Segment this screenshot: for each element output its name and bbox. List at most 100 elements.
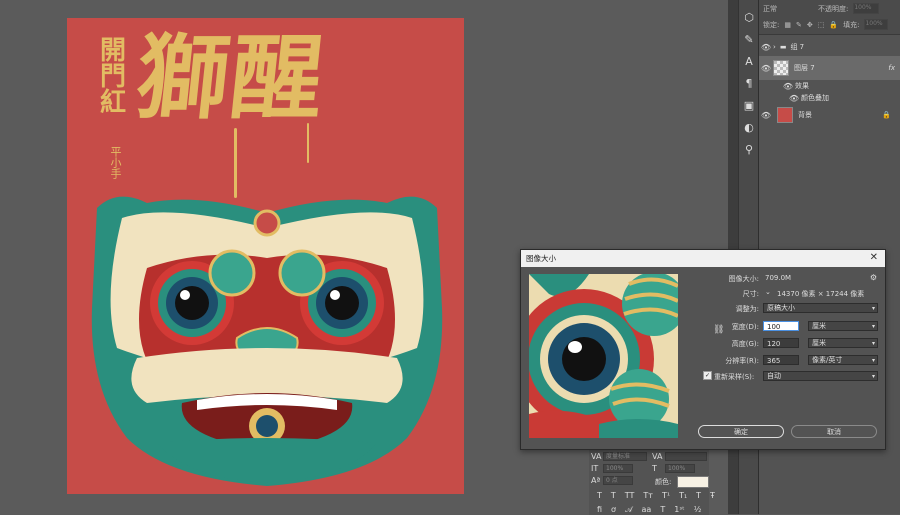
subscript-icon[interactable]: T₁	[679, 491, 687, 500]
color-label: 颜色:	[655, 478, 672, 486]
height-input[interactable]: 120	[763, 338, 799, 348]
poster-artwork: 獅醒 開門紅 平小手	[67, 18, 464, 494]
layer-name: 背景	[798, 111, 812, 119]
tracking-icon: VA	[652, 452, 663, 461]
faux-italic-icon[interactable]: T	[611, 491, 616, 500]
poster-title: 獅醒	[131, 24, 331, 132]
fit-to-label: 调整为:	[735, 305, 759, 313]
layer-thumbnail	[777, 107, 793, 123]
width-unit-value: 厘米	[812, 322, 826, 330]
visibility-eye-icon[interactable]: 👁	[787, 94, 801, 103]
resample-select[interactable]: 自动 ▾	[763, 371, 878, 381]
image-size-value: 709.0M	[765, 274, 792, 282]
layer-row-selected[interactable]: 👁 图层 7 fx	[759, 56, 900, 80]
chevron-down-icon: ▾	[871, 305, 875, 312]
preview-crop	[529, 274, 678, 438]
paragraph-icon[interactable]: ¶	[739, 72, 759, 94]
vertical-scale-field[interactable]: 100%	[603, 464, 633, 473]
fx-icon[interactable]: fx	[888, 64, 895, 72]
chevron-down-icon[interactable]: ⌄	[765, 288, 771, 296]
chevron-down-icon: ▾	[871, 340, 875, 347]
image-preview[interactable]	[529, 274, 678, 438]
visibility-eye-icon[interactable]: 👁	[759, 111, 773, 120]
lock-icon: 🔒	[882, 111, 891, 119]
width-label: 宽度(D):	[731, 323, 759, 331]
layers-toolbar: 正常 不透明度: 100% 锁定: ▦ ✎ ✥ ⬚ 🔒 填充: 100%	[759, 0, 900, 35]
tracking-select[interactable]	[665, 452, 707, 461]
lock-transparent-icon[interactable]: ▦	[784, 21, 791, 29]
height-unit-select[interactable]: 厘米 ▾	[808, 338, 878, 348]
resample-value: 自动	[767, 372, 781, 380]
folder-icon: ▬	[779, 43, 787, 51]
width-input[interactable]: 100	[763, 321, 799, 331]
dimensions-label: 尺寸:	[742, 290, 759, 298]
character-style-icon[interactable]: A	[739, 50, 759, 72]
resample-label: 重新采样(S):	[714, 373, 755, 381]
chevron-down-icon: ▾	[871, 373, 875, 380]
layer-row-background[interactable]: 👁 背景 🔒	[759, 106, 900, 124]
ok-button[interactable]: 确定	[698, 425, 784, 438]
ink-drip	[307, 123, 309, 163]
adjustment-icon[interactable]: ◐	[739, 116, 759, 138]
image-icon[interactable]: ▣	[739, 94, 759, 116]
dimensions-value: 14370 像素 × 17244 像素	[777, 290, 865, 298]
horizontal-scale-icon: T	[652, 464, 657, 473]
visibility-eye-icon[interactable]: 👁	[759, 64, 773, 73]
opacity-field[interactable]: 100%	[853, 3, 880, 14]
brush-preset-icon[interactable]: ✎	[739, 28, 759, 50]
character-panel: VA 度量标准 VA IT 100% T 100% Aª 0 点 颜色: T T…	[589, 449, 715, 515]
fill-field[interactable]: 100%	[864, 19, 889, 30]
kerning-select[interactable]: 度量标准	[603, 452, 647, 461]
lock-all-icon[interactable]: 🔒	[829, 21, 838, 29]
height-unit-value: 厘米	[812, 339, 826, 347]
baseline-icon: Aª	[591, 476, 601, 485]
resolution-unit-select[interactable]: 像素/英寸 ▾	[808, 355, 878, 365]
text-style-buttons: T T TT Tт T¹ T₁ T Ŧ	[597, 491, 715, 500]
text-color-swatch[interactable]	[677, 476, 709, 488]
underline-icon[interactable]: T	[696, 491, 701, 500]
image-size-dialog: 图像大小 ✕ 图像大小: 709.0M ⚙ 尺寸: ⌄ 14370 像素 × 1…	[520, 249, 886, 450]
height-label: 高度(G):	[731, 340, 759, 348]
baseline-field[interactable]: 0 点	[603, 476, 633, 485]
settings-gear-icon[interactable]: ⚙	[870, 273, 877, 282]
artist-signature: 平小手	[109, 146, 122, 179]
layer-name: 组 7	[790, 43, 805, 51]
width-unit-select[interactable]: 厘米 ▾	[808, 321, 878, 331]
image-size-label: 图像大小:	[728, 275, 759, 283]
resolution-unit-value: 像素/英寸	[812, 356, 843, 364]
horizontal-scale-field[interactable]: 100%	[665, 464, 695, 473]
lock-artboard-icon[interactable]: ⬚	[818, 21, 825, 29]
3d-cube-icon[interactable]: ⬡	[739, 6, 759, 28]
fill-label: 填充:	[843, 20, 860, 29]
close-icon[interactable]: ✕	[870, 252, 878, 263]
lock-paint-icon[interactable]: ✎	[796, 21, 802, 29]
layer-thumbnail	[773, 60, 789, 76]
paths-icon[interactable]: ⚲	[739, 138, 759, 160]
lock-label: 锁定:	[763, 20, 780, 29]
visibility-eye-icon[interactable]: 👁	[781, 82, 795, 91]
visibility-eye-icon[interactable]: 👁	[759, 43, 773, 52]
layer-row-group[interactable]: 👁 › ▬ 组 7	[759, 38, 900, 56]
expand-chevron-icon[interactable]: ›	[773, 43, 776, 51]
lion-head-illustration	[91, 196, 443, 487]
superscript-icon[interactable]: T¹	[662, 491, 670, 500]
chevron-down-icon: ▾	[871, 323, 875, 330]
effect-name: 颜色叠加	[801, 94, 829, 102]
fit-to-select[interactable]: 原稿大小 ▾	[763, 303, 878, 313]
blend-mode-select[interactable]: 正常	[763, 4, 813, 14]
all-caps-icon[interactable]: TT	[625, 491, 635, 500]
strikethrough-icon[interactable]: Ŧ	[710, 491, 715, 500]
faux-bold-icon[interactable]: T	[597, 491, 602, 500]
resample-checkbox[interactable]: ✓	[703, 371, 712, 380]
small-caps-icon[interactable]: Tт	[643, 491, 653, 500]
chevron-down-icon: ▾	[871, 357, 875, 364]
dialog-titlebar[interactable]: 图像大小 ✕	[521, 250, 885, 267]
layer-effect-item[interactable]: 👁 颜色叠加	[759, 92, 900, 104]
resolution-input[interactable]: 365	[763, 355, 799, 365]
opacity-label: 不透明度:	[818, 4, 849, 13]
dialog-title: 图像大小	[526, 254, 556, 263]
layer-effects-row[interactable]: 👁 效果	[759, 80, 900, 92]
kerning-icon: VA	[591, 452, 602, 461]
cancel-button[interactable]: 取消	[791, 425, 877, 438]
lock-move-icon[interactable]: ✥	[807, 21, 813, 29]
